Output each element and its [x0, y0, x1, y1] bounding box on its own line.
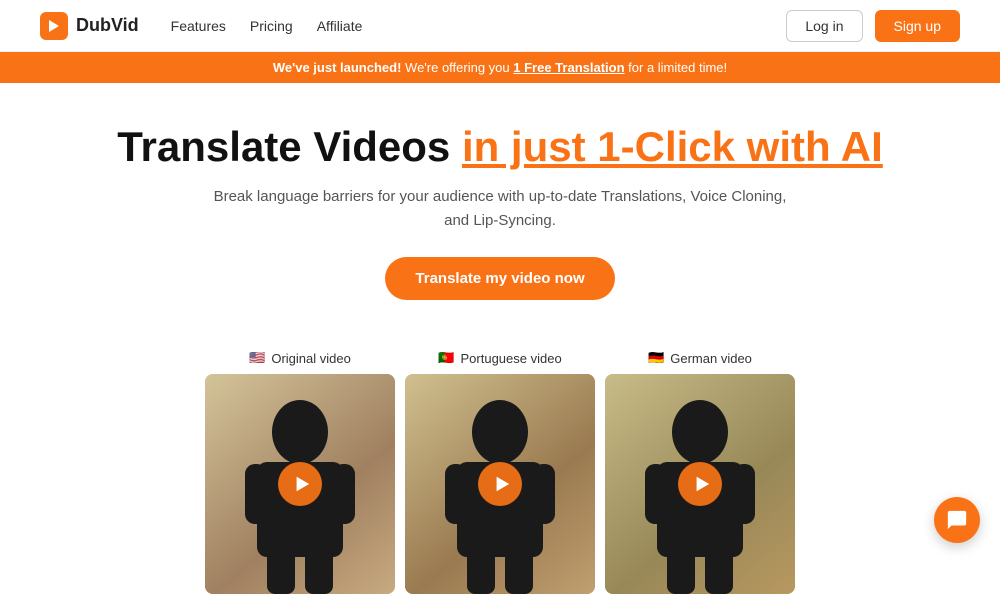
logo: DubVid — [40, 12, 139, 40]
video-label-text-original: Original video — [271, 351, 351, 366]
video-thumb-original — [205, 374, 395, 594]
chat-bubble[interactable] — [934, 497, 980, 543]
hero-section: Translate Videos in just 1-Click with AI… — [0, 83, 1000, 320]
video-thumb-portuguese — [405, 374, 595, 594]
hero-title-orange: in just 1-Click with AI — [462, 123, 883, 170]
play-icon-3 — [693, 475, 711, 493]
play-icon-1 — [293, 475, 311, 493]
cta-button[interactable]: Translate my video now — [385, 257, 614, 300]
flag-de: 🇩🇪 — [648, 350, 664, 366]
navbar: DubVid Features Pricing Affiliate Log in… — [0, 0, 1000, 52]
play-button-original[interactable] — [278, 462, 322, 506]
video-label-text-de: German video — [670, 351, 752, 366]
video-col-portuguese: 🇵🇹 Portuguese video — [405, 350, 595, 594]
logo-icon — [40, 12, 68, 40]
video-label-german: 🇩🇪 German video — [648, 350, 752, 366]
logo-text: DubVid — [76, 15, 139, 36]
video-label-original: 🇺🇸 Original video — [249, 350, 351, 366]
hero-subtitle-2: and Lip-Syncing. — [444, 212, 556, 229]
hero-subtitle-1: Break language barriers for your audienc… — [214, 188, 787, 205]
nav-links: Features Pricing Affiliate — [171, 18, 363, 34]
play-button-german[interactable] — [678, 462, 722, 506]
nav-affiliate[interactable]: Affiliate — [317, 18, 363, 34]
video-col-original: 🇺🇸 Original video — [205, 350, 395, 594]
flag-pt: 🇵🇹 — [438, 350, 454, 366]
banner-link[interactable]: 1 Free Translation — [513, 60, 624, 75]
chat-icon — [946, 509, 968, 531]
banner-middle: We're offering you — [405, 60, 513, 75]
hero-title-plain: Translate Videos — [117, 123, 462, 170]
nav-left: DubVid Features Pricing Affiliate — [40, 12, 362, 40]
nav-pricing[interactable]: Pricing — [250, 18, 293, 34]
play-icon-2 — [493, 475, 511, 493]
banner-suffix: for a limited time! — [628, 60, 727, 75]
flag-us: 🇺🇸 — [249, 350, 265, 366]
signup-button[interactable]: Sign up — [875, 10, 960, 42]
hero-title: Translate Videos in just 1-Click with AI — [20, 123, 980, 171]
video-label-portuguese: 🇵🇹 Portuguese video — [438, 350, 561, 366]
nav-right: Log in Sign up — [786, 10, 960, 42]
video-label-text-pt: Portuguese video — [461, 351, 562, 366]
video-col-german: 🇩🇪 German video — [605, 350, 795, 594]
promo-banner: We've just launched! We're offering you … — [0, 52, 1000, 83]
play-button-portuguese[interactable] — [478, 462, 522, 506]
logo-svg — [46, 18, 62, 34]
nav-features[interactable]: Features — [171, 18, 226, 34]
videos-section: 🇺🇸 Original video 🇵🇹 Portuguese video — [0, 320, 1000, 594]
banner-prefix: We've just launched! — [273, 60, 402, 75]
video-thumb-german — [605, 374, 795, 594]
login-button[interactable]: Log in — [786, 10, 862, 42]
hero-subtitle: Break language barriers for your audienc… — [20, 185, 980, 233]
